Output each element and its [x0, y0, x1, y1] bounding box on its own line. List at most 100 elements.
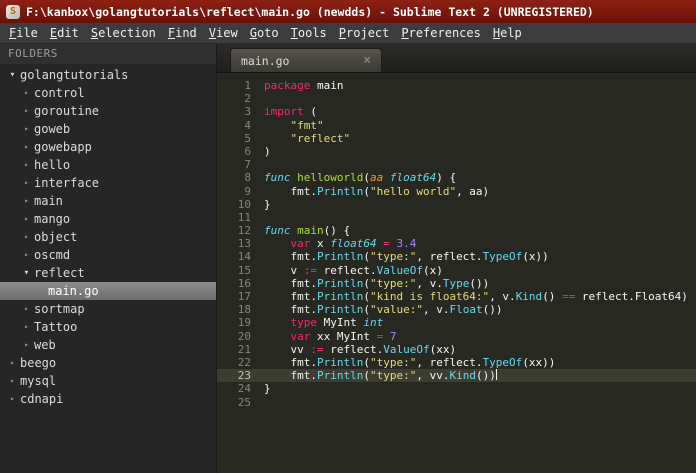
line-number[interactable]: 5: [217, 132, 264, 145]
line-number[interactable]: 13: [217, 237, 264, 250]
line-number[interactable]: 3: [217, 105, 264, 118]
code-line-21[interactable]: 21 vv := reflect.ValueOf(xx): [217, 343, 696, 356]
chevron-right-icon[interactable]: ▸: [20, 156, 33, 174]
tree-folder-beego[interactable]: ▸ beego: [0, 354, 216, 372]
chevron-right-icon[interactable]: ▸: [20, 84, 33, 102]
code-line-18[interactable]: 18 fmt.Println("value:", v.Float()): [217, 303, 696, 316]
tree-folder-tattoo[interactable]: ▸ Tattoo: [0, 318, 216, 336]
line-number[interactable]: 8: [217, 171, 264, 184]
chevron-right-icon[interactable]: ▸: [20, 300, 33, 318]
chevron-right-icon[interactable]: ▸: [20, 102, 33, 120]
code-line-25[interactable]: 25: [217, 396, 696, 409]
code-line-17[interactable]: 17 fmt.Println("kind is float64:", v.Kin…: [217, 290, 696, 303]
title-bar[interactable]: S F:\kanbox\golangtutorials\reflect\main…: [0, 0, 696, 23]
chevron-right-icon[interactable]: ▸: [20, 318, 33, 336]
line-number[interactable]: 14: [217, 250, 264, 263]
menu-preferences[interactable]: Preferences: [395, 23, 486, 43]
chevron-right-icon[interactable]: ▸: [20, 228, 33, 246]
chevron-down-icon[interactable]: ▾: [6, 66, 19, 84]
tree-folder-mango[interactable]: ▸ mango: [0, 210, 216, 228]
code-line-23[interactable]: 23 fmt.Println("type:", vv.Kind()): [217, 369, 696, 383]
chevron-right-icon[interactable]: ▸: [20, 336, 33, 354]
menu-selection[interactable]: Selection: [85, 23, 162, 43]
chevron-right-icon[interactable]: ▸: [20, 192, 33, 210]
line-number[interactable]: 15: [217, 264, 264, 277]
code-line-8[interactable]: 8 func helloworld(aa float64) {: [217, 171, 696, 184]
line-number[interactable]: 21: [217, 343, 264, 356]
code-line-12[interactable]: 12 func main() {: [217, 224, 696, 237]
tree-folder-control[interactable]: ▸ control: [0, 84, 216, 102]
tab-main-go[interactable]: main.go ×: [230, 48, 382, 72]
tree-folder-goweb[interactable]: ▸ goweb: [0, 120, 216, 138]
code-line-5[interactable]: 5 "reflect": [217, 132, 696, 145]
line-number[interactable]: 12: [217, 224, 264, 237]
menu-project[interactable]: Project: [333, 23, 396, 43]
line-number[interactable]: 24: [217, 382, 264, 395]
line-number[interactable]: 19: [217, 316, 264, 329]
code-line-15[interactable]: 15 v := reflect.ValueOf(x): [217, 264, 696, 277]
code-line-24[interactable]: 24}: [217, 382, 696, 395]
chevron-right-icon[interactable]: ▸: [20, 246, 33, 264]
code-line-14[interactable]: 14 fmt.Println("type:", reflect.TypeOf(x…: [217, 250, 696, 263]
chevron-right-icon[interactable]: ▸: [20, 120, 33, 138]
line-number[interactable]: 4: [217, 119, 264, 132]
tree-folder-cdnapi[interactable]: ▸ cdnapi: [0, 390, 216, 408]
line-number[interactable]: 25: [217, 396, 264, 409]
tree-folder-oscmd[interactable]: ▸ oscmd: [0, 246, 216, 264]
line-number[interactable]: 9: [217, 185, 264, 198]
tree-folder-mysql[interactable]: ▸ mysql: [0, 372, 216, 390]
chevron-right-icon[interactable]: ▸: [6, 354, 19, 372]
tree-folder-web[interactable]: ▸ web: [0, 336, 216, 354]
code-area[interactable]: 1 package main 2 3 import (4 "fmt" 5 "reflect…: [217, 73, 696, 473]
line-number[interactable]: 22: [217, 356, 264, 369]
menu-tools[interactable]: Tools: [285, 23, 333, 43]
code-line-1[interactable]: 1 package main: [217, 79, 696, 92]
chevron-right-icon[interactable]: ▸: [20, 210, 33, 228]
chevron-right-icon[interactable]: ▸: [20, 174, 33, 192]
code-line-6[interactable]: 6): [217, 145, 696, 158]
line-number[interactable]: 20: [217, 330, 264, 343]
line-number[interactable]: 10: [217, 198, 264, 211]
code-line-13[interactable]: 13 var x float64 = 3.4: [217, 237, 696, 250]
tab-close-icon[interactable]: ×: [363, 54, 371, 67]
menu-view[interactable]: View: [203, 23, 244, 43]
menu-goto[interactable]: Goto: [244, 23, 285, 43]
menu-help[interactable]: Help: [487, 23, 528, 43]
tree-folder-golangtutorials[interactable]: ▾ golangtutorials: [0, 66, 216, 84]
line-number[interactable]: 23: [217, 369, 264, 382]
code-line-3[interactable]: 3 import (: [217, 105, 696, 118]
line-number[interactable]: 11: [217, 211, 264, 224]
line-number[interactable]: 16: [217, 277, 264, 290]
chevron-right-icon[interactable]: ▸: [6, 390, 19, 408]
code-line-7[interactable]: 7: [217, 158, 696, 171]
menu-find[interactable]: Find: [162, 23, 203, 43]
code-line-22[interactable]: 22 fmt.Println("type:", reflect.TypeOf(x…: [217, 356, 696, 369]
code-line-11[interactable]: 11: [217, 211, 696, 224]
code-line-4[interactable]: 4 "fmt": [217, 119, 696, 132]
tree-file-main-go[interactable]: main.go: [0, 282, 216, 300]
line-number[interactable]: 1: [217, 79, 264, 92]
code-line-9[interactable]: 9 fmt.Println("hello world", aa): [217, 185, 696, 198]
line-number[interactable]: 7: [217, 158, 264, 171]
tree-folder-interface[interactable]: ▸ interface: [0, 174, 216, 192]
chevron-down-icon[interactable]: ▾: [20, 264, 33, 282]
tree-folder-goroutine[interactable]: ▸ goroutine: [0, 102, 216, 120]
tree-folder-hello[interactable]: ▸ hello: [0, 156, 216, 174]
line-number[interactable]: 18: [217, 303, 264, 316]
tree-folder-gowebapp[interactable]: ▸ gowebapp: [0, 138, 216, 156]
code-line-10[interactable]: 10}: [217, 198, 696, 211]
tree-folder-object[interactable]: ▸ object: [0, 228, 216, 246]
tree-folder-main[interactable]: ▸ main: [0, 192, 216, 210]
chevron-right-icon[interactable]: ▸: [20, 138, 33, 156]
line-number[interactable]: 17: [217, 290, 264, 303]
tree-folder-sortmap[interactable]: ▸ sortmap: [0, 300, 216, 318]
chevron-right-icon[interactable]: ▸: [6, 372, 19, 390]
code-line-20[interactable]: 20 var xx MyInt = 7: [217, 330, 696, 343]
code-line-2[interactable]: 2: [217, 92, 696, 105]
code-line-19[interactable]: 19 type MyInt int: [217, 316, 696, 329]
line-number[interactable]: 6: [217, 145, 264, 158]
code-line-16[interactable]: 16 fmt.Println("type:", v.Type()): [217, 277, 696, 290]
line-number[interactable]: 2: [217, 92, 264, 105]
menu-edit[interactable]: Edit: [44, 23, 85, 43]
tree-folder-reflect[interactable]: ▾ reflect: [0, 264, 216, 282]
